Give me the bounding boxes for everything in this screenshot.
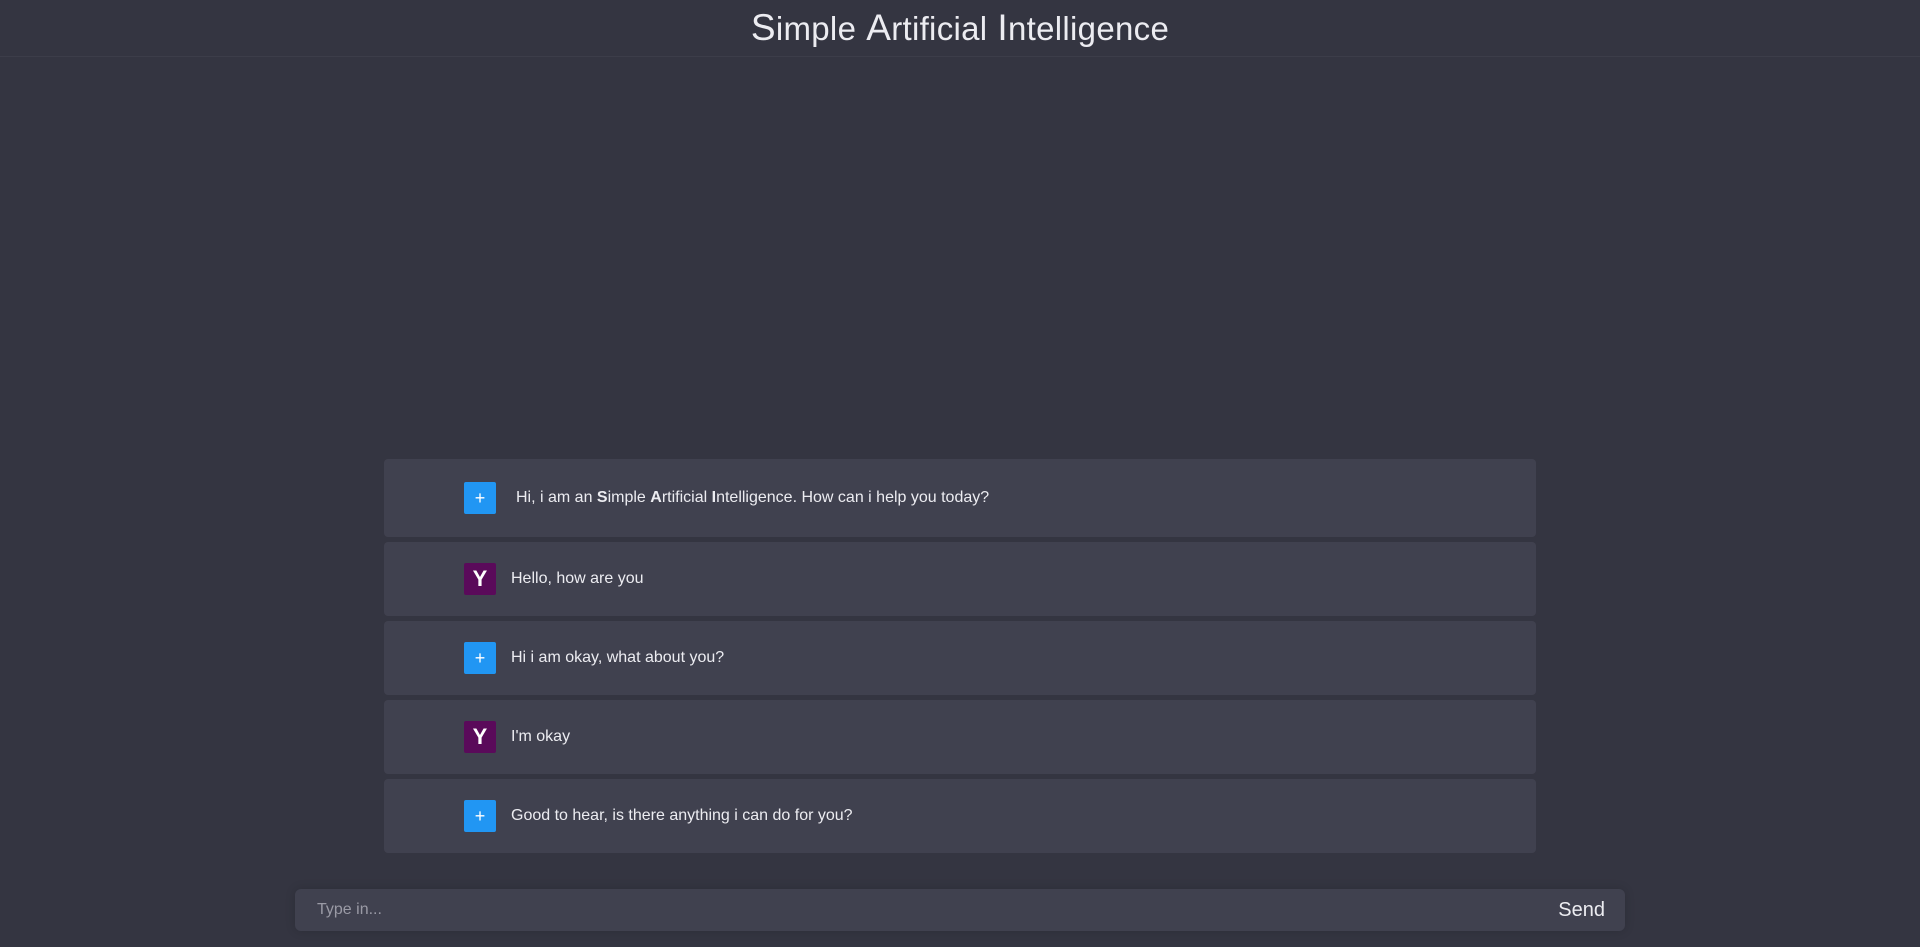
message-text: Hello, how are you — [511, 570, 644, 587]
ai-avatar-plus-icon: + — [464, 482, 496, 514]
message-ai: + Hi, i am an Simple Artificial Intellig… — [384, 459, 1536, 537]
title-word-artificial: rtificial — [891, 10, 988, 47]
page-title: Simple Artificial Intelligence — [751, 7, 1169, 49]
user-avatar: Y — [464, 721, 496, 753]
message-ai: + Good to hear, is there anything i can … — [384, 779, 1536, 853]
send-button[interactable]: Send — [1558, 899, 1605, 922]
message-text: Hi, i am an Simple Artificial Intelligen… — [516, 489, 990, 506]
chat-log: + Hi, i am an Simple Artificial Intellig… — [384, 459, 1536, 858]
message-composer: Send — [295, 889, 1625, 931]
title-word-simple: imple — [775, 10, 857, 47]
message-user: Y I'm okay — [384, 700, 1536, 774]
message-text: Hi i am okay, what about you? — [511, 649, 725, 666]
user-avatar: Y — [464, 563, 496, 595]
message-ai: + Hi i am okay, what about you? — [384, 621, 1536, 695]
message-text: I'm okay — [511, 728, 571, 745]
app-header: Simple Artificial Intelligence — [0, 0, 1920, 57]
message-input[interactable] — [315, 900, 1559, 920]
title-initial-s: S — [750, 7, 776, 48]
title-initial-i: I — [997, 7, 1009, 48]
title-word-intelligence: ntelligence — [1008, 10, 1170, 47]
ai-avatar-plus-icon: + — [464, 800, 496, 832]
message-text: Good to hear, is there anything i can do… — [511, 807, 853, 824]
title-initial-a: A — [866, 7, 892, 48]
message-user: Y Hello, how are you — [384, 542, 1536, 616]
ai-avatar-plus-icon: + — [464, 642, 496, 674]
